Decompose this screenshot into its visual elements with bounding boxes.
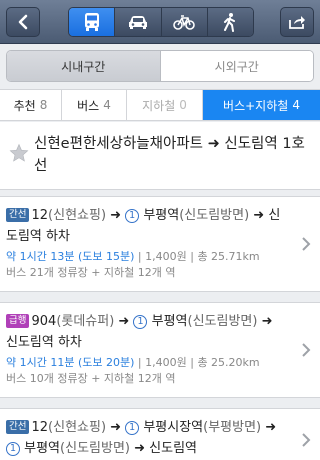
tab-count: 0 <box>179 98 187 112</box>
bus-number: 904 <box>31 314 57 329</box>
transfer-station: 부평시장역 <box>143 420 204 435</box>
bus-stop: (신현쇼핑) <box>48 420 107 435</box>
destination: 신도림역 <box>149 441 197 456</box>
region-inner-city-tab[interactable]: 시내구간 <box>7 51 161 81</box>
route-result-item[interactable]: 급행 904(롯데슈퍼) ➜ 1 부평역(신도림방면) ➜ 신도림역 하차 약 1… <box>0 302 320 398</box>
travel-time: 약 1시간 13분 (도보 15분) <box>6 250 135 263</box>
stop-count: 버스 10개 정류장 + 지하철 12개 역 <box>6 372 176 385</box>
route-type-tabs: 추천 8 버스 4 지하철 0 버스+지하철 4 <box>0 89 320 121</box>
tab-bus[interactable]: 버스 4 <box>62 90 127 120</box>
bus-type-badge: 간선 <box>6 420 30 434</box>
bus-stop: (신현쇼핑) <box>48 208 107 223</box>
transfer-direction: (부평방면) <box>203 420 262 435</box>
chevron-right-icon <box>302 433 311 447</box>
chevron-right-icon <box>302 343 311 357</box>
route-steps: 급행 904(롯데슈퍼) ➜ 1 부평역(신도림방면) ➜ 신도림역 하차 <box>6 314 273 350</box>
bus-number: 12 <box>31 208 49 223</box>
transport-mode-selector <box>68 7 254 37</box>
walk-icon <box>224 13 236 32</box>
bus-stop: (롯데슈퍼) <box>56 314 115 329</box>
transfer-direction: (신도림방면) <box>187 314 258 329</box>
fare: 1,400원 <box>145 356 187 369</box>
transfer-station: 부평역 <box>24 441 61 456</box>
mode-bicycle-button[interactable] <box>161 8 208 36</box>
region-selector: 시내구간 시외구간 <box>6 50 314 82</box>
route-header: 신현e편한세상하늘채아파트 ➜ 신도림역 1호선 <box>0 122 320 190</box>
route-summary: 약 1시간 13분 (도보 15분) | 1,400원 | 총 25.71km <box>6 250 260 263</box>
tab-count: 4 <box>292 98 300 112</box>
stop-count: 버스 21개 정류장 + 지하철 12개 역 <box>6 266 176 279</box>
route-summary: 약 1시간 11분 (도보 20분) | 1,400원 | 총 25.20km <box>6 356 260 369</box>
tab-label: 지하철 <box>142 98 176 113</box>
tab-subway[interactable]: 지하철 0 <box>127 90 203 120</box>
travel-time: 약 1시간 11분 (도보 20분) <box>6 356 135 369</box>
subway-line-badge: 1 <box>6 442 20 456</box>
subway-line-badge: 1 <box>125 421 140 435</box>
bicycle-icon <box>173 15 195 30</box>
bus-icon <box>84 13 99 31</box>
route-result-item[interactable]: 간선 12(신현쇼핑) ➜ 1 부평역(신도림방면) ➜ 신도림역 하차 약 1시… <box>0 196 320 292</box>
mode-walk-button[interactable] <box>207 8 253 36</box>
star-icon[interactable] <box>9 143 29 163</box>
tab-label: 버스+지하철 <box>223 98 289 113</box>
transfer-station: 부평역 <box>143 208 180 223</box>
top-toolbar <box>0 0 320 44</box>
bus-type-badge: 급행 <box>6 314 30 328</box>
tab-recommended[interactable]: 추천 8 <box>0 90 62 120</box>
transfer-station: 부평역 <box>151 314 188 329</box>
distance: 총 25.71km <box>197 250 260 263</box>
destination: 신도림역 하차 <box>6 335 82 350</box>
tab-count: 8 <box>39 98 48 112</box>
subway-line-badge: 1 <box>125 209 140 223</box>
share-button[interactable] <box>280 7 314 37</box>
chevron-left-icon <box>18 14 28 30</box>
route-result-item[interactable]: 간선 12(신현쇼핑) ➜ 1 부평시장역(부평방면) ➜ 1 부평역(신도림방면… <box>0 408 320 460</box>
transfer-direction: (신도림방면) <box>179 208 250 223</box>
back-button[interactable] <box>6 7 40 37</box>
route-title: 신현e편한세상하늘채아파트 ➜ 신도림역 1호선 <box>34 136 305 174</box>
mode-bus-button[interactable] <box>69 8 116 36</box>
fare: 1,400원 <box>145 250 187 263</box>
tab-label: 추천 <box>13 98 36 113</box>
car-icon <box>128 16 147 29</box>
route-steps: 간선 12(신현쇼핑) ➜ 1 부평시장역(부평방면) ➜ 1 부평역(신도림방면… <box>6 417 288 459</box>
route-result-body: 간선 12(신현쇼핑) ➜ 1 부평시장역(부평방면) ➜ 1 부평역(신도림방면… <box>6 417 288 459</box>
mode-car-button[interactable] <box>115 8 162 36</box>
share-icon <box>289 16 305 29</box>
tab-count: 4 <box>103 98 111 112</box>
region-intercity-tab[interactable]: 시외구간 <box>160 51 313 81</box>
subway-line-badge: 1 <box>133 315 148 329</box>
tab-bus-subway[interactable]: 버스+지하철 4 <box>203 90 320 120</box>
chevron-right-icon <box>302 237 311 251</box>
tab-label: 버스 <box>77 98 100 113</box>
route-result-body: 간선 12(신현쇼핑) ➜ 1 부평역(신도림방면) ➜ 신도림역 하차 약 1시… <box>6 205 288 281</box>
transfer-direction: (신도림방면) <box>60 441 130 456</box>
bus-number: 12 <box>31 420 49 435</box>
distance: 총 25.20km <box>197 356 260 369</box>
bus-type-badge: 간선 <box>6 208 30 222</box>
route-steps: 간선 12(신현쇼핑) ➜ 1 부평역(신도림방면) ➜ 신도림역 하차 <box>6 208 281 244</box>
route-result-body: 급행 904(롯데슈퍼) ➜ 1 부평역(신도림방면) ➜ 신도림역 하차 약 1… <box>6 311 288 387</box>
